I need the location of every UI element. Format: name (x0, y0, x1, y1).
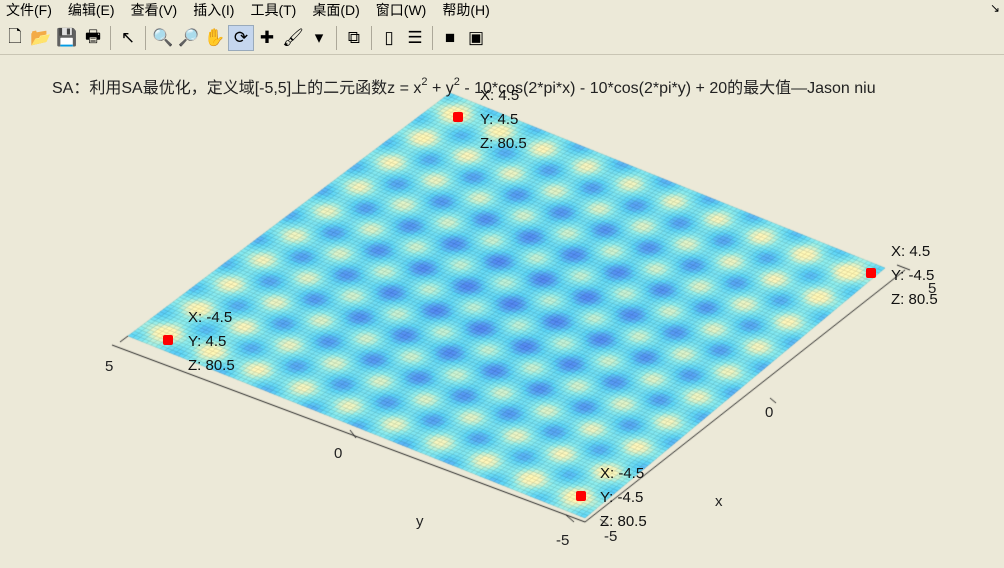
datatip-line: X: -4.5 (600, 465, 645, 482)
datatip-line: X: 4.5 (891, 243, 931, 260)
title-sup: 2 (421, 75, 428, 88)
datatip-line: X: -4.5 (188, 309, 233, 326)
datatip[interactable]: X: 4.5 Y: -4.5 Z: 80.5 (891, 240, 938, 312)
datatip-line: Y: 4.5 (188, 333, 227, 350)
datatip[interactable]: X: -4.5 Y: 4.5 Z: 80.5 (188, 306, 235, 378)
datatip-marker[interactable] (576, 491, 586, 501)
datatip-marker[interactable] (163, 335, 173, 345)
datatip-line: Z: 80.5 (188, 357, 235, 374)
x-axis-label: x (715, 493, 723, 510)
datatip-marker[interactable] (866, 268, 876, 278)
datatip-line: Y: -4.5 (600, 489, 644, 506)
title-text: + y (427, 80, 454, 97)
x-tick-label: 0 (765, 404, 774, 421)
y-axis-label: y (416, 513, 424, 530)
plot-title: SA：利用SA最优化，定义域[-5,5]上的二元函数z = x2 + y2 - … (52, 74, 876, 98)
datatip-line: Y: -4.5 (891, 267, 935, 284)
y-tick-label: -5 (556, 532, 570, 549)
title-text: SA：利用SA最优化，定义域[-5,5]上的二元函数z = x (52, 80, 422, 97)
datatip-line: Z: 80.5 (891, 291, 938, 308)
datatip-line: Y: 4.5 (480, 111, 519, 128)
datatip[interactable]: X: 4.5 Y: 4.5 Z: 80.5 (480, 84, 527, 156)
y-tick-label: 0 (334, 445, 343, 462)
y-tick-label: 5 (105, 358, 114, 375)
title-sup: 2 (453, 75, 460, 88)
datatip[interactable]: X: -4.5 Y: -4.5 Z: 80.5 (600, 462, 647, 534)
datatip-line: Z: 80.5 (600, 513, 647, 530)
datatip-line: X: 4.5 (480, 87, 520, 104)
datatip-line: Z: 80.5 (480, 135, 527, 152)
datatip-marker[interactable] (453, 112, 463, 122)
